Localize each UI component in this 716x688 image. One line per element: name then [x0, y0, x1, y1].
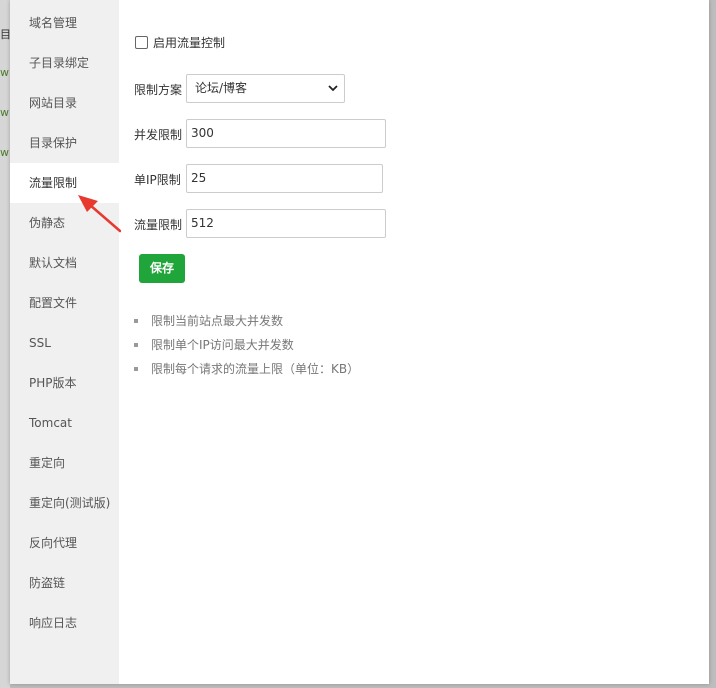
tip-text: 限制每个请求的流量上限（单位：KB） — [151, 362, 360, 376]
enable-traffic-control-row[interactable]: 启用流量控制 — [135, 33, 225, 51]
background-text-fragment: w — [0, 106, 9, 119]
enable-traffic-control-label: 启用流量控制 — [153, 35, 226, 50]
enable-traffic-control-checkbox[interactable] — [135, 35, 148, 49]
bullet-icon — [134, 367, 138, 371]
sidebar-item-php-version[interactable]: PHP版本 — [10, 363, 119, 403]
tip-text: 限制当前站点最大并发数 — [151, 314, 284, 328]
tip-text: 限制单个IP访问最大并发数 — [151, 338, 294, 352]
tip-item: 限制每个请求的流量上限（单位：KB） — [134, 359, 359, 383]
site-settings-dialog: 域名管理 子目录绑定 网站目录 目录保护 流量限制 伪静态 默认文档 配置文件 … — [10, 0, 709, 684]
scheme-label: 限制方案 — [134, 83, 183, 97]
per-ip-limit-input[interactable]: 25 — [186, 164, 383, 193]
per-ip-limit-label: 单IP限制 — [134, 173, 181, 187]
sidebar-item-directory-protection[interactable]: 目录保护 — [10, 123, 119, 163]
tip-item: 限制单个IP访问最大并发数 — [134, 335, 359, 359]
sidebar-item-response-log[interactable]: 响应日志 — [10, 603, 119, 643]
traffic-limit-label: 流量限制 — [134, 218, 183, 232]
sidebar-item-site-directory[interactable]: 网站目录 — [10, 83, 119, 123]
bullet-icon — [134, 319, 138, 323]
traffic-limit-input[interactable]: 512 — [186, 209, 386, 238]
scheme-select-value: 论坛/博客 — [195, 81, 248, 95]
sidebar-item-ssl[interactable]: SSL — [10, 323, 119, 363]
save-button[interactable]: 保存 — [139, 254, 185, 283]
sidebar-item-subdirectory-binding[interactable]: 子目录绑定 — [10, 43, 119, 83]
bullet-icon — [134, 343, 138, 347]
concurrency-limit-input[interactable]: 300 — [186, 119, 386, 148]
sidebar-item-hotlink-protection[interactable]: 防盗链 — [10, 563, 119, 603]
annotation-arrow-icon — [78, 195, 121, 233]
sidebar-item-redirect-beta[interactable]: 重定向(测试版) — [10, 483, 119, 523]
settings-sidebar: 域名管理 子目录绑定 网站目录 目录保护 流量限制 伪静态 默认文档 配置文件 … — [10, 0, 119, 684]
tip-item: 限制当前站点最大并发数 — [134, 311, 359, 335]
sidebar-item-redirect[interactable]: 重定向 — [10, 443, 119, 483]
chevron-down-icon — [328, 85, 338, 92]
concurrency-limit-label: 并发限制 — [134, 128, 183, 142]
background-text-fragment: w — [0, 146, 9, 159]
background-page-edge: 目 w w w — [0, 0, 11, 688]
background-text-fragment: w — [0, 66, 9, 79]
tips-list: 限制当前站点最大并发数 限制单个IP访问最大并发数 限制每个请求的流量上限（单位… — [134, 311, 359, 383]
sidebar-item-tomcat[interactable]: Tomcat — [10, 403, 119, 443]
sidebar-item-default-document[interactable]: 默认文档 — [10, 243, 119, 283]
sidebar-item-reverse-proxy[interactable]: 反向代理 — [10, 523, 119, 563]
sidebar-item-domain-management[interactable]: 域名管理 — [10, 3, 119, 43]
scheme-select[interactable]: 论坛/博客 — [186, 74, 345, 103]
sidebar-item-config-file[interactable]: 配置文件 — [10, 283, 119, 323]
traffic-limit-panel: 启用流量控制 限制方案 论坛/博客 并发限制 300 单IP限制 25 流量限制… — [119, 0, 709, 684]
